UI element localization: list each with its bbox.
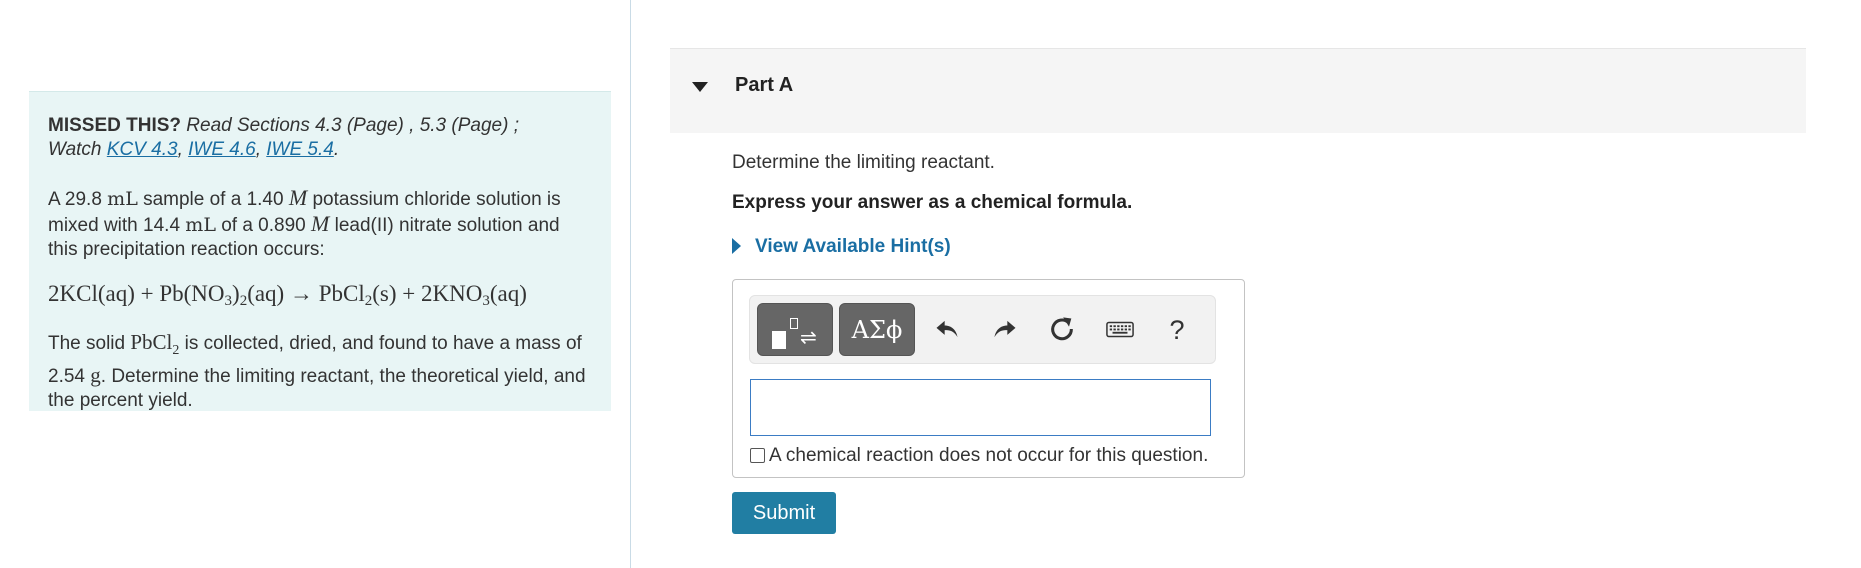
view-hints-link[interactable]: View Available Hint(s) bbox=[732, 236, 951, 258]
reset-icon[interactable] bbox=[1047, 315, 1077, 345]
problem-solid-text: The solid PbCl2 is collected, dried, and… bbox=[48, 330, 586, 412]
missed-this-label: MISSED THIS? bbox=[48, 115, 182, 136]
answer-input[interactable] bbox=[750, 379, 1211, 436]
templates-button[interactable]: ⇌ bbox=[757, 303, 833, 356]
collapse-caret-icon[interactable] bbox=[692, 82, 708, 92]
greek-symbols-button[interactable]: ΑΣϕ bbox=[839, 303, 915, 356]
question-text: Determine the limiting reactant. bbox=[732, 152, 995, 173]
problem-panel: MISSED THIS? Read Sections 4.3 (Page) , … bbox=[29, 91, 611, 411]
link-iwe-5-4[interactable]: IWE 5.4 bbox=[266, 139, 334, 160]
column-divider bbox=[630, 0, 631, 568]
redo-icon[interactable] bbox=[990, 315, 1020, 345]
instruction-text: Express your answer as a chemical formul… bbox=[732, 192, 1133, 213]
link-kcv-4-3[interactable]: KCV 4.3 bbox=[107, 139, 178, 160]
answer-box: ⇌ ΑΣϕ ? A chemical reaction does not occ… bbox=[732, 279, 1245, 478]
expand-triangle-icon bbox=[732, 238, 741, 254]
link-iwe-4-6[interactable]: IWE 4.6 bbox=[188, 139, 256, 160]
math-toolbar: ⇌ ΑΣϕ ? bbox=[749, 295, 1216, 364]
part-a-header[interactable]: Part A bbox=[670, 48, 1806, 133]
problem-intro: A 29.8 mL sample of a 1.40 M potassium c… bbox=[48, 185, 561, 261]
reaction-equation: 2KCl(aq) + Pb(NO3)2(aq) → PbCl2(s) + 2KN… bbox=[48, 281, 527, 309]
no-reaction-label: A chemical reaction does not occur for t… bbox=[769, 445, 1209, 466]
help-icon[interactable]: ? bbox=[1162, 315, 1192, 345]
no-reaction-option[interactable]: A chemical reaction does not occur for t… bbox=[750, 445, 1208, 467]
view-hints-label: View Available Hint(s) bbox=[755, 236, 951, 257]
part-title: Part A bbox=[735, 74, 794, 96]
undo-icon[interactable] bbox=[932, 315, 962, 345]
no-reaction-checkbox[interactable] bbox=[750, 448, 765, 463]
keyboard-icon[interactable] bbox=[1105, 315, 1135, 345]
read-sections-text: Read Sections 4.3 (Page) , 5.3 (Page) ; bbox=[186, 115, 519, 136]
watch-label: Watch bbox=[48, 139, 102, 160]
submit-button[interactable]: Submit bbox=[732, 492, 836, 534]
greek-symbols-icon: ΑΣϕ bbox=[851, 316, 903, 344]
missed-this-line: MISSED THIS? Read Sections 4.3 (Page) , … bbox=[48, 115, 519, 160]
